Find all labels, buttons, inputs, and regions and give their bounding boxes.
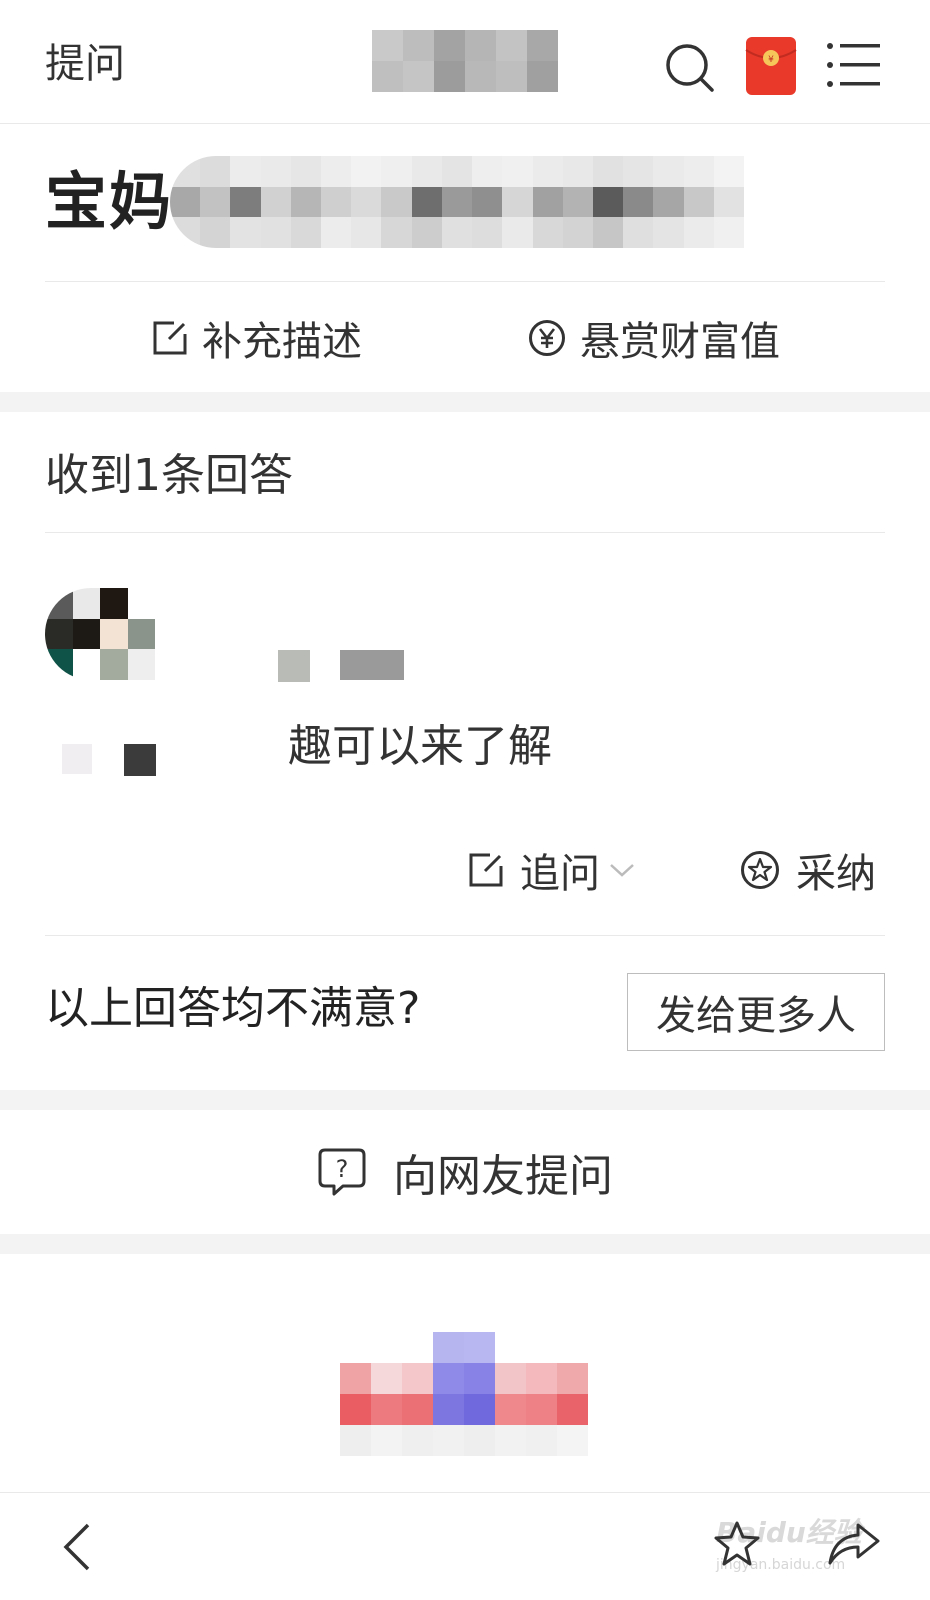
- supplement-description-label: 补充描述: [202, 319, 362, 365]
- yen-coin-icon: [529, 320, 565, 356]
- censored-answer-text: [62, 744, 92, 774]
- answer-count-heading: 收到1条回答: [45, 450, 293, 501]
- red-packet-icon: ¥: [745, 37, 797, 95]
- page-title: 提问: [45, 41, 125, 87]
- section-separator: [0, 1234, 930, 1254]
- adopt-answer-button[interactable]: 采纳: [740, 840, 876, 900]
- top-bar: 提问 ¥: [0, 0, 930, 124]
- censored-username: [278, 650, 310, 682]
- menu-icon: [827, 43, 880, 87]
- star-circle-icon: [741, 851, 779, 889]
- share-icon: [828, 1523, 880, 1565]
- search-icon: [666, 44, 714, 92]
- follow-up-button[interactable]: 追问: [468, 840, 636, 900]
- ask-netizens-label: 向网友提问: [393, 1151, 613, 1202]
- divider: [45, 281, 885, 282]
- question-bubble-icon: ?: [318, 1148, 366, 1196]
- svg-text:¥: ¥: [768, 55, 774, 65]
- star-icon: [714, 1521, 760, 1566]
- supplement-description-button[interactable]: 补充描述: [152, 308, 362, 368]
- send-to-more-people-button[interactable]: 发给更多人: [627, 973, 885, 1051]
- adopt-answer-label: 采纳: [796, 851, 876, 897]
- divider: [45, 532, 885, 533]
- bottom-bar: Baidu经验 jingyan.baidu.com: [0, 1492, 930, 1600]
- red-packet-button[interactable]: ¥: [745, 36, 797, 96]
- unsatisfied-prompt: 以上回答均不满意?: [45, 983, 421, 1034]
- section-separator: [0, 392, 930, 412]
- divider: [45, 935, 885, 936]
- back-button[interactable]: [54, 1517, 98, 1577]
- edit-icon: [469, 853, 503, 887]
- menu-button[interactable]: [826, 42, 882, 88]
- censored-answer-text: [124, 744, 156, 776]
- censored-header-text: [372, 30, 558, 92]
- favorite-button[interactable]: [712, 1519, 762, 1569]
- follow-up-label: 追问: [520, 851, 600, 897]
- edit-icon: [153, 321, 187, 355]
- offer-reward-label: 悬赏财富值: [580, 319, 780, 365]
- svg-text:?: ?: [336, 1155, 349, 1183]
- question-title: 宝妈: [45, 165, 174, 238]
- censored-username: [340, 650, 404, 680]
- chevron-down-icon: [610, 864, 634, 877]
- chevron-left-icon: [63, 1523, 90, 1571]
- avatar[interactable]: [45, 588, 155, 680]
- section-separator: [0, 1090, 930, 1110]
- share-button[interactable]: [826, 1519, 882, 1569]
- search-button[interactable]: [664, 42, 716, 94]
- ask-netizens-button[interactable]: ? 向网友提问: [0, 1110, 930, 1234]
- censored-content-block: [340, 1332, 588, 1456]
- answer-text: 趣可以来了解: [288, 721, 552, 772]
- offer-reward-button[interactable]: 悬赏财富值: [528, 308, 780, 368]
- censored-question-title: [170, 156, 744, 248]
